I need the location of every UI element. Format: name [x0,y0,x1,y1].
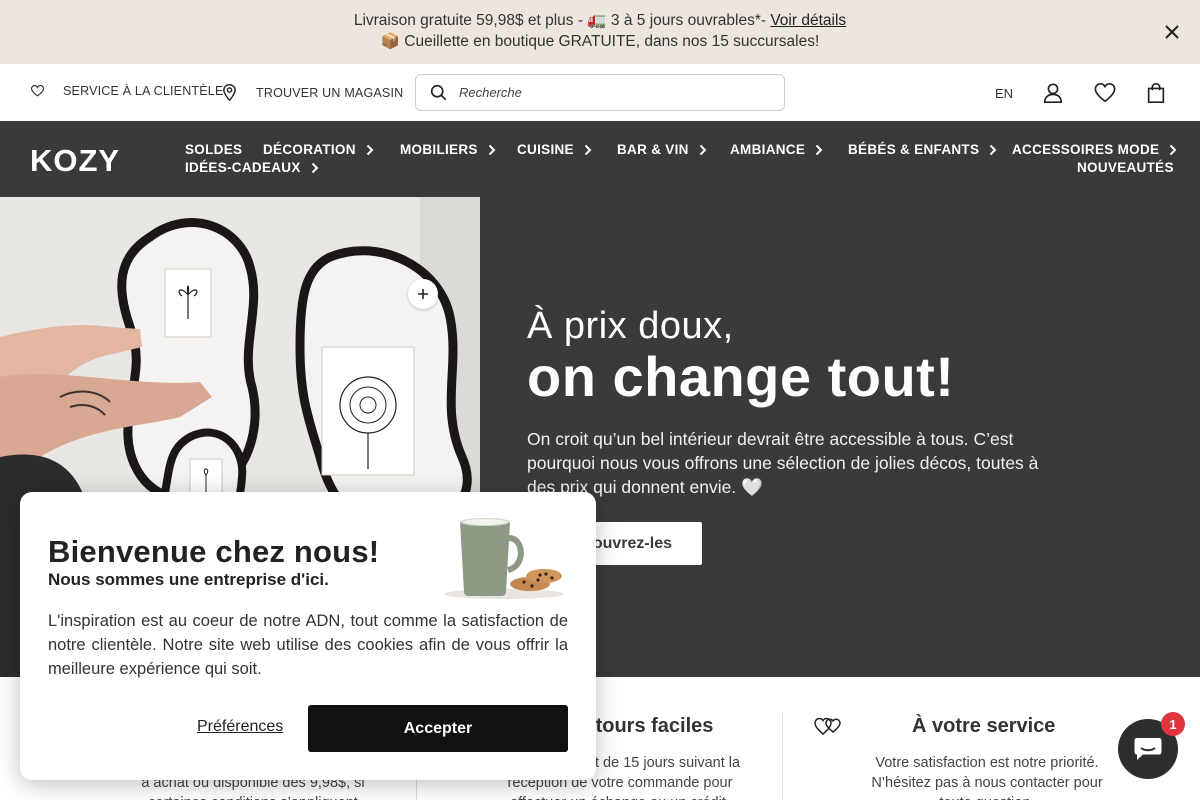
hero-kicker: À prix doux, [527,305,734,347]
cart-bag-icon[interactable] [1145,82,1167,104]
cookie-subtitle: Nous sommes une entreprise d'ici. [48,570,329,589]
customer-service-label: SERVICE À LA CLIENTÈLE [63,84,224,98]
announcement-line-2: 📦 Cueillette en boutique GRATUITE, dans … [380,33,820,50]
wishlist-heart-icon[interactable] [1094,82,1116,104]
cookie-title: Bienvenue chez nous! [48,534,380,569]
search-input[interactable] [459,85,739,100]
chat-bubble-icon [1134,738,1162,760]
utility-header: SERVICE À LA CLIENTÈLE TROUVER UN MAGASI… [0,64,1200,121]
customer-service-link[interactable]: SERVICE À LA CLIENTÈLE [31,84,224,98]
nav-item-label: BÉBÉS & ENFANTS [848,142,980,157]
find-store-link[interactable]: TROUVER UN MAGASIN [222,84,403,101]
nav-item-label: BAR & VIN [617,142,689,157]
nav-item-label: MOBILIERS [400,142,478,157]
location-pin-icon [223,84,236,101]
nav-item-ambiance[interactable]: AMBIANCE [730,142,823,157]
feature-divider [782,713,783,800]
announcement-bar: Livraison gratuite 59,98$ et plus - 🚛 3 … [0,0,1200,64]
hero-text-block: À prix doux, on change tout! On croit qu… [527,305,1047,499]
nav-item-label: CUISINE [517,142,574,157]
chevron-right-icon [990,144,997,155]
announcement-text-1: Livraison gratuite 59,98$ et plus - 🚛 3 … [353,12,771,29]
nav-item-label: AMBIANCE [730,142,806,157]
search-icon[interactable] [430,84,447,101]
hotspot-plus-button[interactable] [408,279,438,309]
nav-item-label: IDÉES-CADEAUX [185,160,301,175]
chevron-right-icon [699,144,707,155]
chevron-right-icon [366,144,374,155]
nav-item-label: DÉCORATION [263,142,356,157]
hero-description: On croit qu’un bel intérieur devrait êtr… [527,429,1039,497]
chevron-right-icon [311,162,319,173]
close-icon[interactable] [1162,22,1182,42]
chevron-right-icon [815,144,823,155]
plus-icon [418,289,428,299]
cookie-body-text: L'inspiration est au coeur de notre ADN,… [48,612,568,678]
announcement-line-1: Livraison gratuite 59,98$ et plus - 🚛 3 … [0,11,1200,30]
coffee-mug-illustration [444,518,564,599]
preferences-link[interactable]: Préférences [197,718,283,736]
hero-title: on change tout! [527,345,955,408]
chat-notification-badge: 1 [1161,712,1185,736]
accept-button[interactable]: Accepter [308,705,568,752]
nav-item-label: ACCESSOIRES MODE [1012,142,1160,157]
chevron-right-icon [584,144,592,155]
nav-item-cuisine[interactable]: CUISINE [517,142,592,157]
nav-item-decoration[interactable]: DÉCORATION [263,142,374,157]
language-toggle[interactable]: EN [995,86,1013,101]
nav-item-bar-vin[interactable]: BAR & VIN [617,142,707,157]
heart-icon [31,85,44,97]
hearts-icon [814,717,841,735]
nav-item-accessoires-mode[interactable]: ACCESSOIRES MODE [1012,142,1177,157]
chevron-right-icon [1170,144,1177,155]
nav-item-nouveautes[interactable]: NOUVEAUTÉS [1077,160,1174,175]
nav-item-label: SOLDES [185,142,243,157]
see-details-link[interactable]: Voir détails [770,12,846,29]
nav-item-label: NOUVEAUTÉS [1077,160,1174,175]
feature-service-title: À votre service [912,715,1056,737]
nav-item-idees-cadeaux[interactable]: IDÉES-CADEAUX [185,160,319,175]
search-bar [415,74,785,111]
main-navigation: KOZY SOLDES DÉCORATION MOBILIERS CUISINE… [0,121,1200,197]
find-store-label: TROUVER UN MAGASIN [256,85,404,100]
kozy-logo[interactable]: KOZY [30,143,120,179]
nav-item-bebes-enfants[interactable]: BÉBÉS & ENFANTS [848,142,997,157]
cookie-consent-modal: Bienvenue chez nous! Nous sommes une ent… [20,492,596,780]
chevron-right-icon [488,144,496,155]
feature-service-text: Votre satisfaction est notre priorité. N… [871,755,1103,800]
account-icon[interactable] [1042,82,1064,104]
nav-item-mobiliers[interactable]: MOBILIERS [400,142,496,157]
nav-item-soldes[interactable]: SOLDES [185,142,242,157]
